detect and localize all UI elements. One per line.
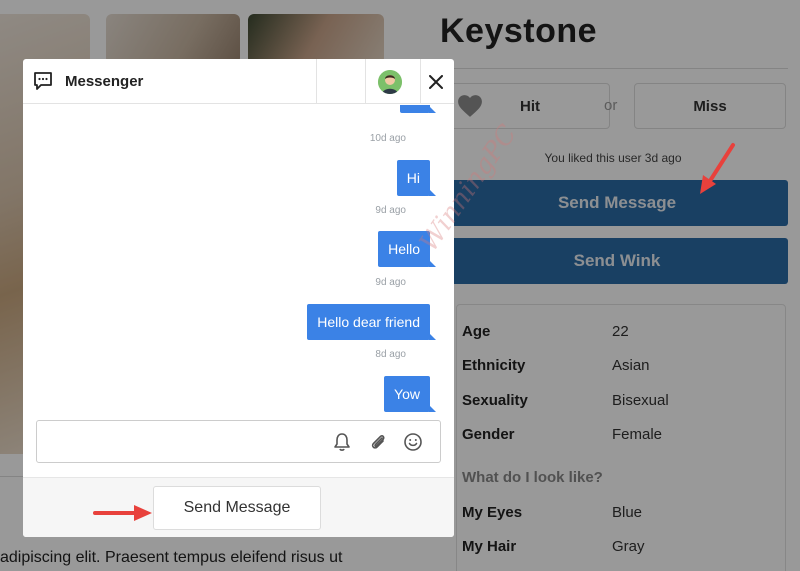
- chat-icon: [34, 72, 52, 90]
- annotation-arrow-icon: [93, 505, 152, 521]
- message-bubble: Hi: [396, 160, 437, 196]
- divider: [316, 59, 317, 104]
- annotation-arrow-icon: [700, 143, 735, 194]
- paperclip-icon[interactable]: [368, 432, 388, 452]
- bell-icon[interactable]: [332, 432, 352, 452]
- message-time: 9d ago: [375, 277, 406, 288]
- message-input[interactable]: [36, 420, 441, 463]
- message-time: 8d ago: [375, 349, 406, 360]
- close-icon: [429, 75, 443, 89]
- message-bubble: Yow: [384, 376, 436, 412]
- messenger-modal: Messenger 10d ago Hi 9d ago Hello 9d ago…: [23, 59, 454, 537]
- divider: [420, 59, 421, 104]
- message-time: 10d ago: [369, 133, 406, 144]
- smiley-icon[interactable]: [403, 432, 423, 452]
- avatar[interactable]: [378, 70, 402, 94]
- messenger-title: Messenger: [65, 73, 144, 90]
- message-time: 9d ago: [375, 205, 406, 216]
- message-thread[interactable]: 10d ago Hi 9d ago Hello 9d ago Hello dea…: [23, 105, 454, 415]
- message-bubble: [400, 105, 436, 113]
- messenger-header: Messenger: [23, 59, 454, 104]
- messenger-footer: Send Message: [23, 477, 454, 537]
- message-bubble: Hello dear friend: [307, 304, 436, 340]
- user-avatar-icon: [378, 70, 402, 94]
- send-message-label: Send Message: [183, 499, 291, 516]
- send-message-button[interactable]: Send Message: [153, 486, 321, 530]
- divider: [365, 59, 366, 104]
- close-button[interactable]: [425, 71, 447, 93]
